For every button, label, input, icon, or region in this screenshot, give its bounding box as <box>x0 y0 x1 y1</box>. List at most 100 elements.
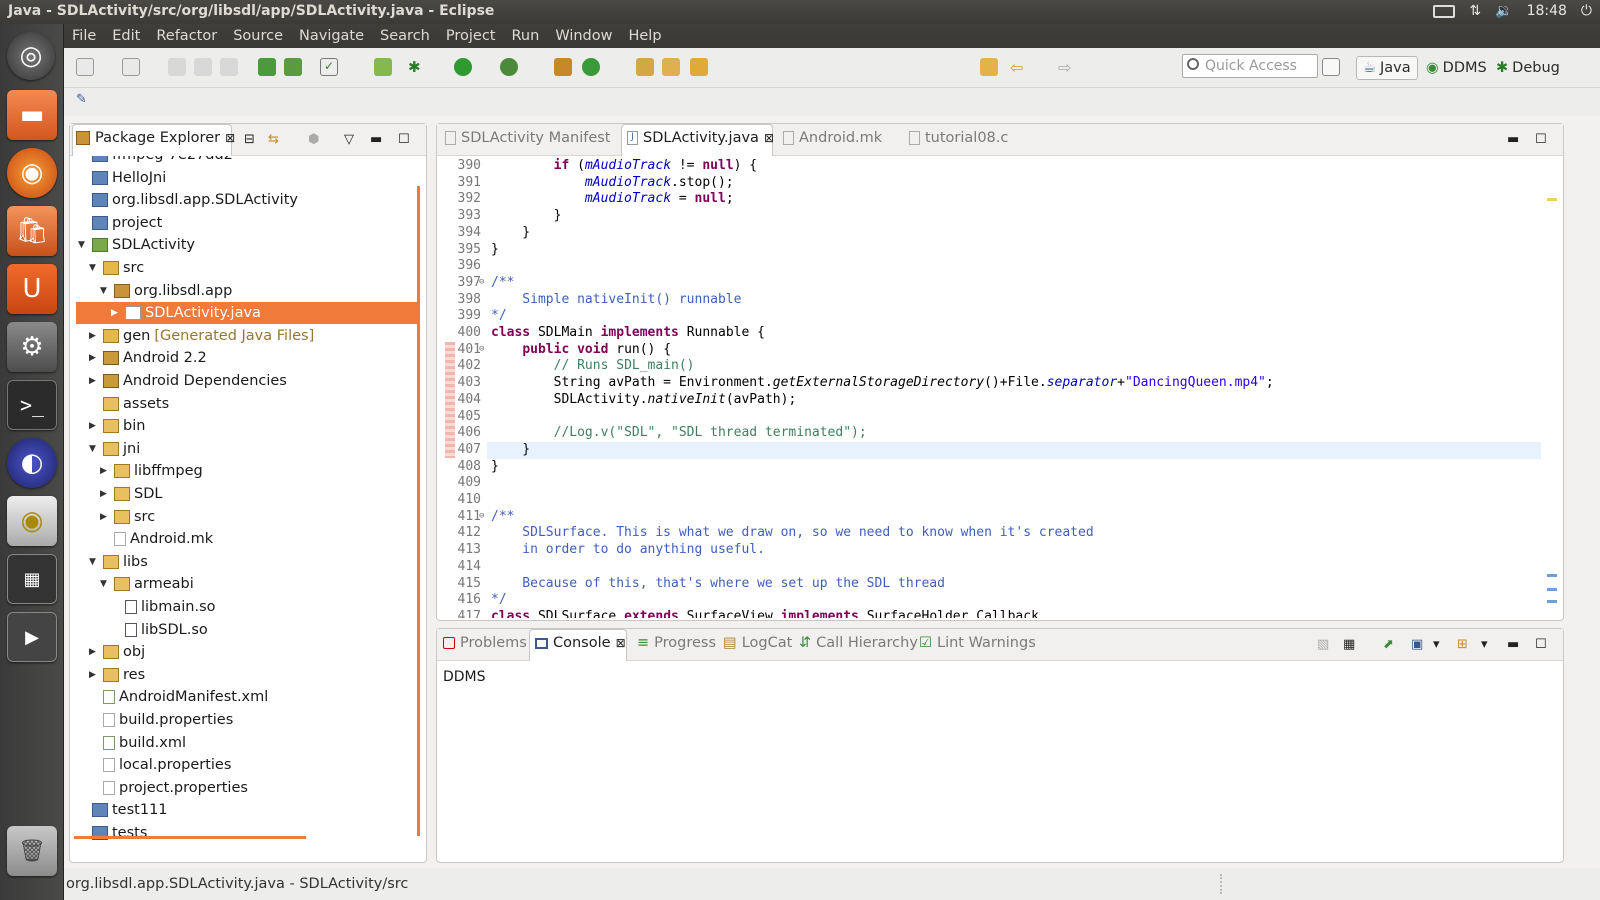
tree-item[interactable]: ▶ obj <box>89 641 145 663</box>
tab-tutorial08-c[interactable]: tutorial08.c <box>909 130 1008 146</box>
menu-project[interactable]: Project <box>438 28 504 44</box>
vertical-scrollbar[interactable] <box>417 186 420 836</box>
eclipse-icon[interactable]: ◐ <box>7 438 57 488</box>
tree-item[interactable]: build.xml <box>89 732 186 754</box>
tree-item[interactable]: ▶ libffmpeg <box>100 460 203 482</box>
tree-item[interactable]: ▼ org.libsdl.app <box>100 280 232 302</box>
collapsed-arrow-icon[interactable]: ▶ <box>100 489 110 499</box>
open-task-icon[interactable] <box>662 58 680 76</box>
close-icon[interactable]: ⊠ <box>225 131 235 145</box>
keyboard-icon[interactable] <box>1433 4 1456 18</box>
menu-edit[interactable]: Edit <box>104 28 148 44</box>
tree-item[interactable]: ▶ SDL <box>100 483 162 505</box>
pin-icon[interactable]: ✎ <box>76 92 87 107</box>
tree-item[interactable]: local.properties <box>89 754 231 776</box>
tree-item[interactable]: libmain.so <box>111 596 216 618</box>
collapsed-arrow-icon[interactable]: ▶ <box>111 308 121 318</box>
minimize-icon[interactable]: ▬ <box>370 132 382 147</box>
menu-window[interactable]: Window <box>547 28 620 44</box>
collapsed-arrow-icon[interactable]: ▶ <box>89 331 99 341</box>
maximize-icon[interactable]: ☐ <box>1535 637 1547 652</box>
clock[interactable]: 18:48 <box>1527 3 1567 19</box>
warning-marker[interactable] <box>1547 198 1557 201</box>
expanded-arrow-icon[interactable]: ▼ <box>78 240 88 250</box>
sdk-manager-icon[interactable] <box>258 58 276 76</box>
expanded-arrow-icon[interactable]: ▼ <box>89 444 99 454</box>
pin-console-icon[interactable]: ⬈ <box>1383 637 1394 652</box>
run-last-tool-icon[interactable] <box>500 58 518 76</box>
save-icon[interactable] <box>168 58 186 76</box>
close-icon[interactable]: ⊠ <box>764 131 774 145</box>
maximize-icon[interactable]: ☐ <box>398 132 410 147</box>
menu-navigate[interactable]: Navigate <box>291 28 372 44</box>
network-icon[interactable]: ⇅ <box>1469 3 1481 19</box>
tab-console[interactable]: Console ⊠ <box>535 635 626 651</box>
display-console-menu-icon[interactable]: ▾ <box>1433 637 1440 652</box>
view-menu-icon[interactable]: ▽ <box>344 132 354 147</box>
horizontal-scrollbar[interactable] <box>74 836 306 839</box>
menu-run[interactable]: Run <box>504 28 548 44</box>
workspace-switcher-icon[interactable]: ▦ <box>7 554 57 604</box>
fold-toggle-icon[interactable]: ⊖ <box>479 344 484 354</box>
tree-item[interactable]: ▶ src <box>100 506 155 528</box>
focus-icon[interactable]: ⬢ <box>308 132 319 147</box>
tree-item[interactable]: ▶ gen [Generated Java Files] <box>89 325 314 347</box>
maximize-icon[interactable]: ☐ <box>1535 132 1547 147</box>
collapse-all-icon[interactable]: ⊟ <box>244 132 255 147</box>
menu-search[interactable]: Search <box>372 28 438 44</box>
new-java-package-icon[interactable] <box>554 58 572 76</box>
files-icon[interactable]: ▬ <box>7 90 57 140</box>
back-icon[interactable]: ⇦ <box>1010 58 1028 77</box>
fold-toggle-icon[interactable]: ⊖ <box>479 511 484 521</box>
tree-item[interactable]: assets <box>89 393 169 415</box>
search-marker[interactable] <box>1547 588 1557 591</box>
expanded-arrow-icon[interactable]: ▼ <box>100 286 110 296</box>
tree-item[interactable]: build.properties <box>89 709 233 731</box>
collapsed-arrow-icon[interactable]: ▶ <box>89 353 99 363</box>
quick-access-field[interactable]: Quick Access <box>1182 54 1318 78</box>
fold-toggle-icon[interactable]: ⊖ <box>479 277 484 287</box>
tree-item[interactable]: tests <box>78 822 147 844</box>
forward-icon[interactable]: ⇨ <box>1058 58 1076 77</box>
print-icon[interactable] <box>220 58 238 76</box>
software-center-icon[interactable]: 🛍 <box>7 206 57 256</box>
system-settings-icon[interactable]: ⚙ <box>7 322 57 372</box>
code-editor[interactable]: 390 if (mAudioTrack != null) {391 mAudio… <box>437 156 1563 618</box>
tree-item[interactable]: ▶ res <box>89 664 145 686</box>
collapsed-arrow-icon[interactable]: ▶ <box>89 647 99 657</box>
tree-item[interactable]: ▼ libs <box>89 551 148 573</box>
tree-item[interactable]: ▶ Android 2.2 <box>89 347 207 369</box>
debug-icon[interactable]: ✱ <box>408 58 426 76</box>
tab-sdlactivity-manifest[interactable]: SDLActivity Manifest <box>445 130 611 146</box>
tree-item[interactable]: ▶ SDLActivity.java <box>76 302 418 325</box>
prev-annotation-icon[interactable] <box>980 58 998 76</box>
tree-item[interactable]: org.libsdl.app.SDLActivity <box>78 189 298 211</box>
minimize-icon[interactable]: ▬ <box>1507 132 1519 147</box>
expanded-arrow-icon[interactable]: ▼ <box>89 557 99 567</box>
minimize-icon[interactable]: ▬ <box>1507 637 1519 652</box>
trash-icon[interactable]: 🗑 <box>7 826 57 876</box>
avd-manager-icon[interactable] <box>284 58 302 76</box>
perspective-java[interactable]: ☕ Java <box>1356 56 1418 80</box>
package-explorer-tab-label[interactable]: Package Explorer ⊠ <box>76 130 235 146</box>
save-all-icon[interactable] <box>194 58 212 76</box>
tree-item[interactable]: ▼ src <box>89 257 144 279</box>
tree-item[interactable]: HelloJni <box>78 167 166 189</box>
tab-call-hierarchy[interactable]: ⇵ Call Hierarchy <box>799 635 918 651</box>
tree-item[interactable]: project <box>78 212 162 234</box>
display-console-icon[interactable]: ▣ <box>1411 637 1423 652</box>
tree-item[interactable]: ffmpeg-7e27dd2 <box>78 156 233 166</box>
tree-item[interactable]: ▶ Android Dependencies <box>89 370 287 392</box>
link-with-editor-icon[interactable]: ⇆ <box>268 132 279 147</box>
perspective-debug[interactable]: ✱ Debug <box>1490 56 1566 80</box>
open-type-icon[interactable] <box>636 58 654 76</box>
tab-problems[interactable]: Problems <box>443 635 527 651</box>
collapsed-arrow-icon[interactable]: ▶ <box>100 466 110 476</box>
open-console-menu-icon[interactable]: ▾ <box>1481 637 1488 652</box>
tree-item[interactable]: project.properties <box>89 777 248 799</box>
search-marker[interactable] <box>1547 574 1557 577</box>
menu-source[interactable]: Source <box>225 28 291 44</box>
tree-item[interactable]: AndroidManifest.xml <box>89 686 268 708</box>
tree-item[interactable]: Android.mk <box>100 528 213 550</box>
search-marker[interactable] <box>1547 600 1557 603</box>
